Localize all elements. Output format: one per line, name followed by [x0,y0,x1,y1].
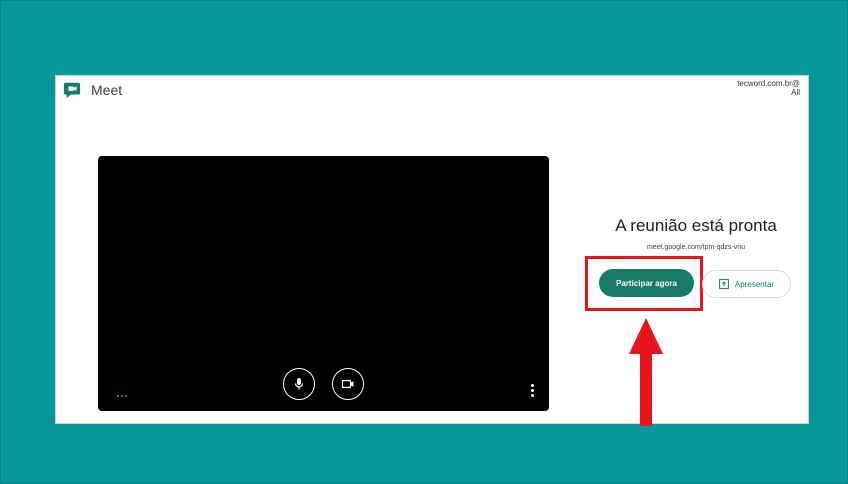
red-arrow-annotation [629,318,663,426]
join-now-button[interactable]: Participar agora [599,269,694,297]
video-preview [98,156,549,411]
more-horiz-icon[interactable] [117,395,127,397]
present-label: Apresentar [734,279,775,289]
present-screen-icon [719,279,729,289]
more-vert-icon[interactable] [531,384,534,397]
microphone-icon [294,378,304,390]
present-button[interactable]: Apresentar [702,270,791,298]
microphone-toggle-button[interactable] [283,368,315,400]
account-info[interactable]: tecword.com.br@ All [737,79,800,97]
account-switch: All [791,88,800,97]
account-email: tecword.com.br@ [737,79,800,88]
meeting-url: meet.google.com/tpm-qdzs-vnu [646,244,746,251]
video-camera-icon [341,379,354,389]
camera-toggle-button[interactable] [332,368,364,400]
app-logo[interactable]: Meet [63,81,122,99]
meeting-ready-title: A reunião está pronta [615,216,777,235]
google-meet-icon [63,82,81,99]
meet-window: Meet tecword.com.br@ All A reunião está … [55,75,809,424]
app-name: Meet [91,82,123,98]
